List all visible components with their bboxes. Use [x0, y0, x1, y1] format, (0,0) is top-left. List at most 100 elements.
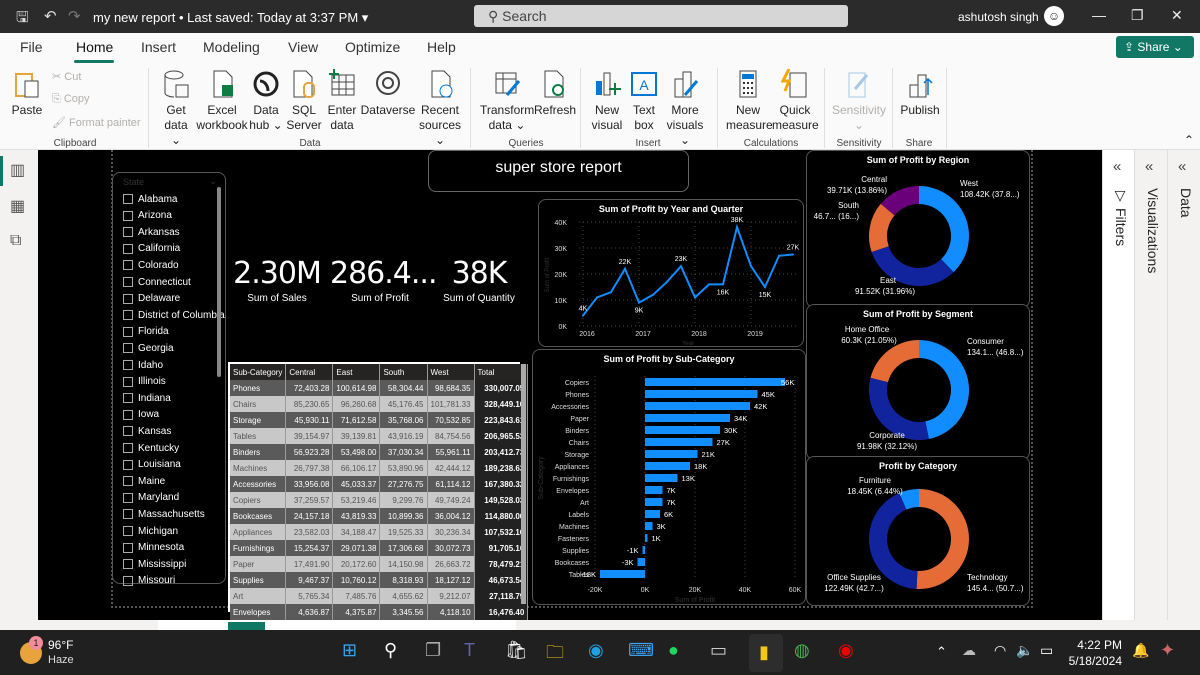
transform-data-button[interactable]: Transform data ⌄ — [480, 69, 534, 133]
checkbox[interactable] — [123, 542, 133, 553]
slicer-item[interactable]: Iowa — [123, 407, 159, 423]
checkbox[interactable] — [123, 509, 133, 520]
slicer-item[interactable]: Arizona — [123, 208, 172, 224]
slicer-item[interactable]: Michigan — [123, 523, 178, 539]
slicer-item[interactable]: Massachusetts — [123, 506, 205, 522]
redo-icon[interactable]: ↷ — [68, 7, 81, 25]
slicer-item[interactable]: Colorado — [123, 257, 179, 273]
battery-icon[interactable]: ▭ — [1040, 642, 1053, 659]
avatar[interactable]: ☺ — [1044, 6, 1064, 26]
bar[interactable] — [645, 474, 678, 482]
filters-pane[interactable]: « ▽ Filters — [1102, 150, 1134, 620]
slicer-item[interactable]: Georgia — [123, 340, 174, 356]
keyboard-icon[interactable]: ⌨ — [628, 640, 654, 661]
column-header[interactable]: Central — [285, 364, 334, 380]
data-point[interactable] — [680, 265, 682, 268]
slicer-item[interactable]: Maine — [123, 473, 165, 489]
new-visual-button[interactable]: New visual — [590, 69, 624, 133]
slicer-item[interactable]: Kentucky — [123, 440, 179, 456]
profit-matrix[interactable]: Sub-Category Central East South West Total Pho… — [228, 362, 529, 636]
text-box-button[interactable]: A Text box — [628, 69, 660, 133]
data-point[interactable] — [624, 267, 626, 270]
table-row[interactable]: Appliances 23,582.03 34,188.47 19,525.33 30,… — [230, 524, 529, 540]
checkbox[interactable] — [123, 343, 133, 354]
bar[interactable] — [637, 558, 646, 566]
close-icon[interactable]: ✕ — [1171, 7, 1183, 24]
data-point[interactable] — [596, 296, 598, 299]
table-row[interactable]: Chairs 85,230.65 96,260.68 45,176.45 101,781… — [230, 396, 529, 412]
data-point[interactable] — [610, 291, 612, 294]
slicer-item[interactable]: California — [123, 241, 180, 257]
checkbox[interactable] — [123, 426, 133, 437]
bar[interactable] — [600, 570, 645, 578]
checkbox[interactable] — [123, 376, 133, 387]
spotify-icon[interactable]: ● — [668, 640, 679, 661]
table-row[interactable]: Phones 72,403.28 100,614.98 58,304.44 98,684… — [230, 380, 529, 396]
data-point[interactable] — [750, 265, 752, 268]
slicer-item[interactable]: Missouri — [123, 573, 175, 589]
copy-button[interactable]: ⎘ Copy — [52, 93, 90, 106]
report-view-icon[interactable]: ▥ — [10, 160, 25, 180]
slicer-item[interactable]: Louisiana — [123, 457, 181, 473]
data-point[interactable] — [736, 226, 738, 229]
checkbox[interactable] — [123, 492, 133, 503]
checkbox[interactable] — [123, 459, 133, 470]
bar[interactable] — [645, 522, 653, 530]
region-donut-card[interactable]: Sum of Profit by Region West 108.42K (37.… — [806, 150, 1030, 308]
wifi-icon[interactable]: ◠ — [994, 642, 1006, 659]
column-header[interactable]: South — [379, 364, 428, 380]
slicer-item[interactable]: Arkansas — [123, 224, 180, 240]
edge-icon[interactable]: ◉ — [588, 640, 604, 661]
checkbox[interactable] — [123, 194, 133, 204]
sensitivity-button[interactable]: Sensitivity ⌄ — [830, 69, 888, 133]
checkbox[interactable] — [123, 476, 133, 487]
restore-icon[interactable]: ❐ — [1131, 7, 1144, 24]
checkbox[interactable] — [123, 293, 133, 304]
bar[interactable] — [645, 426, 720, 434]
menu-view[interactable]: View — [288, 39, 318, 55]
data-pane[interactable]: « Data — [1167, 150, 1200, 620]
slicer-item[interactable]: District of Columbia — [123, 307, 225, 323]
slicer-scrollbar[interactable] — [217, 187, 221, 377]
refresh-button[interactable]: Refresh — [534, 69, 576, 118]
slicer-item[interactable]: Minnesota — [123, 540, 184, 556]
bar[interactable] — [645, 486, 663, 494]
column-header[interactable]: East — [332, 364, 381, 380]
cut-button[interactable]: ✂ Cut — [52, 70, 81, 83]
menu-help[interactable]: Help — [427, 39, 456, 55]
slicer-item[interactable]: Idaho — [123, 357, 163, 373]
state-slicer[interactable]: State ⌄ Alabama Arizona Arkansas California… — [112, 172, 226, 586]
menu-home[interactable]: Home — [76, 39, 113, 55]
document-title[interactable]: my new report • Last saved: Today at 3:3… — [93, 10, 368, 26]
menu-modeling[interactable]: Modeling — [203, 39, 260, 55]
sql-server-button[interactable]: SQL Server — [286, 69, 322, 133]
table-row[interactable]: Machines 26,797.38 66,106.17 53,890.96 42,44… — [230, 460, 529, 476]
checkbox[interactable] — [123, 409, 133, 420]
data-point[interactable] — [764, 286, 766, 288]
save-icon[interactable]: 🖫 — [16, 7, 29, 32]
table-row[interactable]: Accessories 33,956.08 45,033.37 27,276.75 61… — [230, 476, 529, 492]
clock-date[interactable]: 5/18/2024 — [1060, 654, 1122, 668]
slicer-item[interactable]: Mississippi — [123, 556, 186, 572]
share-button[interactable]: ⇪ Share ⌄ — [1116, 36, 1194, 58]
category-donut-card[interactable]: Profit by Category Technology 145.4... (5… — [806, 456, 1030, 606]
checkbox[interactable] — [123, 443, 133, 453]
table-row[interactable]: Paper 17,491.90 20,172.60 14,150.98 26,663.7… — [230, 556, 529, 572]
paste-button[interactable]: Paste — [8, 69, 46, 118]
minimize-icon[interactable]: — — [1092, 7, 1106, 23]
teams-icon[interactable]: T — [464, 640, 475, 661]
data-point[interactable] — [792, 253, 794, 256]
segment-donut-card[interactable]: Sum of Profit by Segment Consumer 134.1..… — [806, 304, 1030, 460]
page-tab-active[interactable] — [228, 622, 265, 630]
donut-slice[interactable] — [870, 340, 919, 383]
table-row[interactable]: Envelopes 4,636.87 4,375.87 3,345.56 4,118.1… — [230, 604, 529, 620]
search-box[interactable]: ⚲ Search — [474, 5, 848, 27]
expand-visualizations-icon[interactable]: « — [1145, 158, 1153, 175]
matrix-scrollbar[interactable] — [521, 364, 526, 604]
recent-sources-button[interactable]: Recent sources ⌄ — [418, 69, 462, 148]
bar[interactable] — [645, 534, 648, 542]
menu-optimize[interactable]: Optimize — [345, 39, 400, 55]
quick-measure-button[interactable]: Quick measure — [772, 69, 819, 133]
data-point[interactable] — [778, 254, 780, 257]
checkbox[interactable] — [123, 559, 133, 570]
